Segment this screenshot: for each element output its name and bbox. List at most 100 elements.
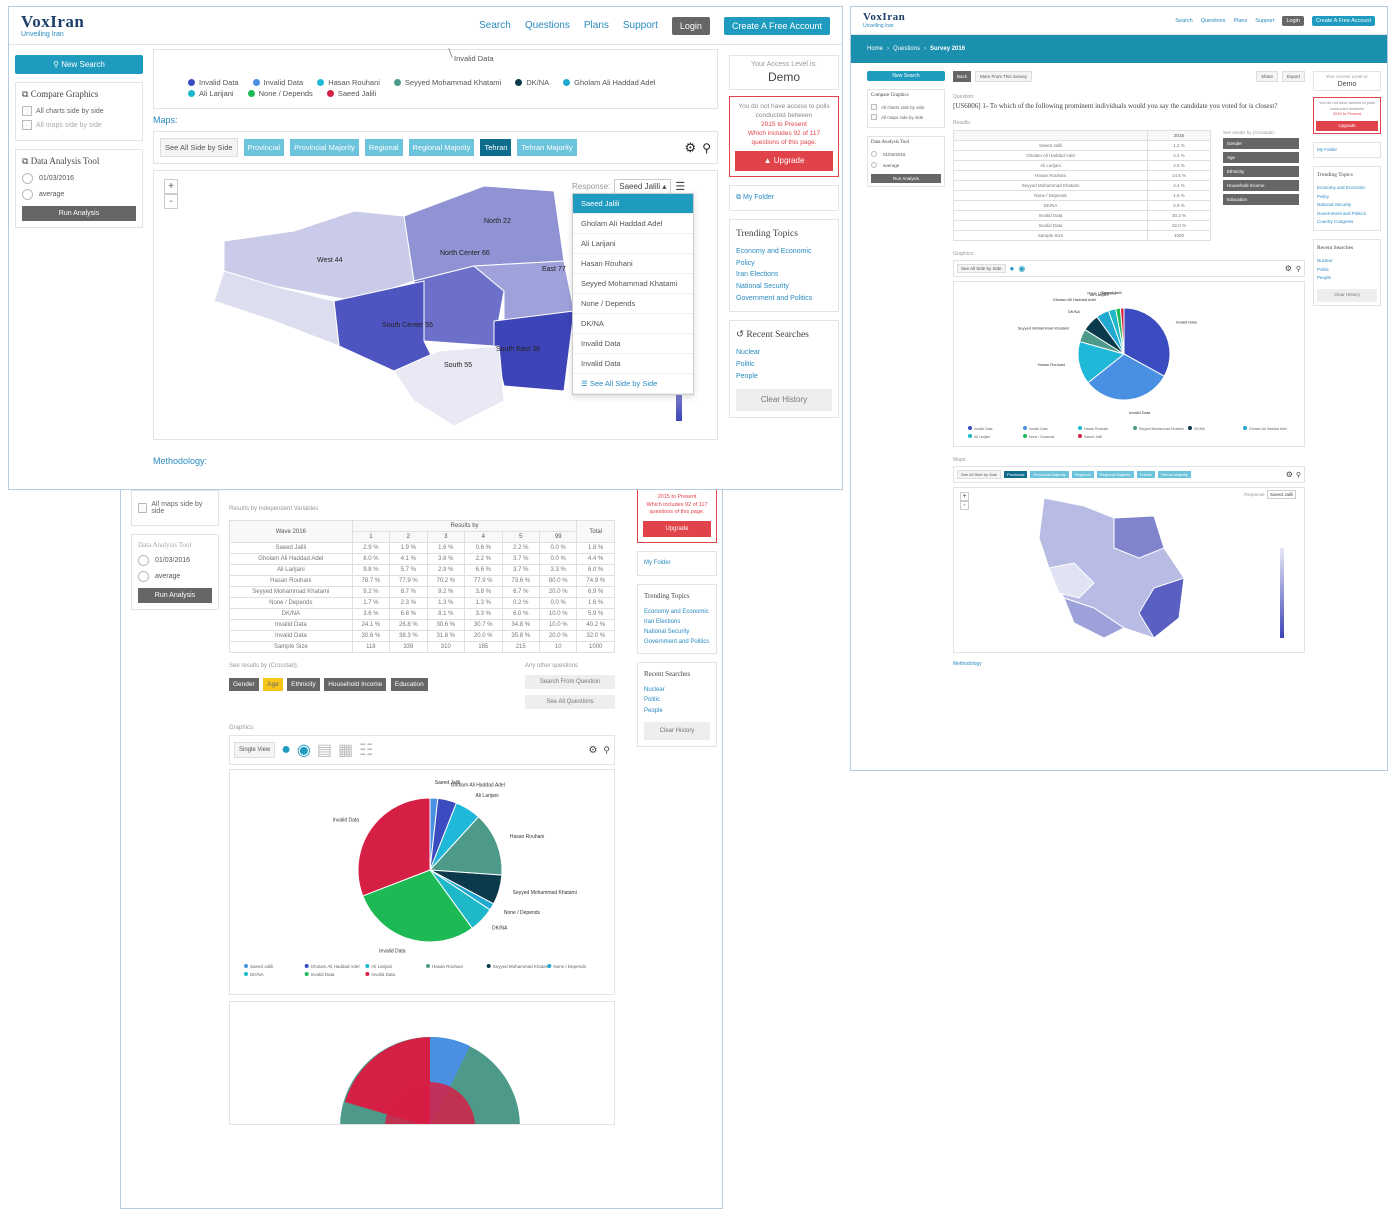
login-button[interactable]: Login [671, 16, 710, 35]
run-analysis-button-c[interactable]: Run Analysis [871, 174, 941, 183]
group-education-c[interactable]: Education [1223, 194, 1299, 206]
trending-item[interactable]: Economy and Economic [736, 246, 832, 258]
nav-support[interactable]: Support [623, 20, 658, 31]
tab-regional-majority-c[interactable]: Regional Majority [1096, 471, 1134, 479]
recent-item[interactable]: Politic [736, 359, 832, 371]
tab-provincial-c[interactable]: Provincial [1004, 471, 1028, 479]
run-analysis-button[interactable]: Run Analysis [22, 206, 136, 221]
breadcrumb-home[interactable]: Home [867, 46, 883, 52]
gear-icon[interactable]: ⚙ [1286, 470, 1293, 479]
recent-item[interactable]: People [644, 706, 710, 716]
option-item[interactable]: Invalid Data [573, 334, 693, 354]
trending-item[interactable]: Country Congress [1317, 218, 1377, 227]
back-button[interactable]: Back [953, 71, 972, 82]
option-item[interactable]: DK/NA [573, 314, 693, 334]
trending-item[interactable]: Government and Politics [1317, 210, 1377, 219]
create-account-button[interactable]: Create A Free Account [1311, 15, 1375, 26]
legend-item[interactable]: DK/NA [515, 78, 549, 87]
tab-regional-majority[interactable]: Regional Majority [408, 139, 475, 156]
donut-icon[interactable]: ◉ [297, 740, 311, 760]
zoom-in-button[interactable]: + [960, 492, 969, 502]
option-item[interactable]: None / Depends [573, 294, 693, 314]
recent-item[interactable]: Politic [1317, 266, 1377, 275]
clear-history-c[interactable]: Clear History [1317, 288, 1377, 302]
group-gender[interactable]: Gender [229, 678, 259, 691]
tab-provincial-majority[interactable]: Provincial Majority [290, 139, 359, 156]
nav-search[interactable]: Search [479, 20, 511, 31]
option-item[interactable]: Ali Larijani [573, 234, 693, 254]
zoom-icon[interactable]: ⚲ [603, 745, 610, 756]
option-item[interactable]: Invalid Data [573, 354, 693, 374]
nav-questions[interactable]: Questions [525, 20, 570, 31]
see-all-questions-button[interactable]: See All Questions [525, 695, 615, 709]
nav-support[interactable]: Support [1255, 18, 1274, 24]
trending-item[interactable]: Economy and Economic [1317, 184, 1377, 193]
legend-item[interactable]: Gholam Ali Haddad Adel [563, 78, 655, 87]
radio-avg-c[interactable]: average [871, 162, 941, 168]
upgrade-button-c[interactable]: Upgrade [1316, 120, 1378, 132]
logo[interactable]: VoxIran Unveiling Iran [21, 13, 84, 38]
my-folder-b[interactable]: My Folder [637, 551, 717, 576]
group-household-income[interactable]: Household Income [324, 678, 387, 691]
group-education[interactable]: Education [390, 678, 428, 691]
response-dropdown-c[interactable]: Response: Saeed Jalili [1244, 490, 1296, 500]
upgrade-button-b[interactable]: Upgrade [643, 521, 711, 538]
zoom-out-button[interactable]: - [960, 501, 969, 511]
group-age[interactable]: Age [263, 678, 283, 691]
recent-item[interactable]: Politic [644, 695, 710, 705]
analysis-average-radio[interactable]: average [22, 189, 136, 200]
bar-chart-icon[interactable]: ▤ [317, 740, 332, 760]
radio-avg-b[interactable]: average [138, 571, 212, 582]
trending-item[interactable]: Policy [1317, 193, 1377, 202]
nav-questions[interactable]: Questions [1201, 18, 1226, 24]
column-chart-icon[interactable]: ▦ [338, 740, 353, 760]
legend-item[interactable]: Seyyed Mohammad Khatami [393, 78, 501, 87]
breadcrumb-questions[interactable]: Questions [893, 46, 920, 52]
group-age-c[interactable]: Age [1223, 152, 1299, 164]
menu-icon[interactable]: ☰ [675, 180, 685, 193]
gear-icon[interactable]: ⚙ [1285, 264, 1292, 273]
group-income-c[interactable]: Household Income [1223, 180, 1299, 192]
tab-tehran-majority[interactable]: Tehran Majority [517, 139, 577, 156]
compare-maps-checkbox[interactable]: All maps side by side [22, 120, 136, 130]
legend-item[interactable]: Hasan Rouhani [317, 78, 380, 87]
nav-search[interactable]: Search [1175, 18, 1192, 24]
legend-item[interactable]: None / Depends [247, 89, 313, 98]
compare-maps-checkbox-b[interactable]: All maps side by side [138, 501, 212, 515]
new-search-button-c[interactable]: New Search [867, 71, 945, 81]
zoom-icon[interactable]: ⚲ [1296, 265, 1301, 273]
option-item[interactable]: Seyyed Mohammad Khatami [573, 274, 693, 294]
recent-item[interactable]: People [736, 371, 832, 383]
export-button[interactable]: Export [1281, 71, 1305, 82]
recent-item[interactable]: People [1317, 274, 1377, 283]
tab-side-by-side[interactable]: See All Side by Side [160, 138, 238, 157]
tab-tehran-c[interactable]: Tehran [1136, 471, 1155, 479]
radio-date-b[interactable]: 01/03/2016 [138, 555, 212, 566]
trending-item[interactable]: Policy [736, 258, 832, 270]
see-all-side-by-side-link[interactable]: ☰ See All Side by Side [573, 374, 693, 394]
tab-tehran[interactable]: Tehran [480, 139, 512, 156]
zoom-icon[interactable]: ⚲ [702, 141, 711, 155]
my-folder-c[interactable]: My Folder [1313, 142, 1381, 158]
tab-tehran-majority-c[interactable]: Tehran Majority [1157, 471, 1192, 479]
table-icon[interactable]: ☷ [359, 740, 373, 760]
gear-icon[interactable]: ⚙ [685, 140, 697, 156]
single-view-button[interactable]: Single View [234, 742, 276, 758]
new-search-button[interactable]: ⚲ New Search [15, 55, 143, 74]
clear-history-button[interactable]: Clear History [736, 388, 832, 411]
pie-chart-icon[interactable]: ● [1010, 264, 1015, 273]
option-item[interactable]: Gholam Ali Haddad Adel [573, 214, 693, 234]
maps-checkbox-c[interactable]: All maps side by side [871, 114, 941, 120]
login-button[interactable]: Login [1282, 15, 1304, 26]
group-gender-c[interactable]: Gender [1223, 138, 1299, 150]
tab-provincial[interactable]: Provincial [243, 139, 285, 156]
trending-item[interactable]: Iran Elections [736, 269, 832, 281]
trending-item[interactable]: Economy and Economic [644, 607, 710, 617]
option-item[interactable]: Hasan Rouhani [573, 254, 693, 274]
charts-checkbox-c[interactable]: All charts side by side [871, 104, 941, 110]
group-ethnicity[interactable]: Ethnicity [287, 678, 320, 691]
recent-item[interactable]: Nuclear [736, 347, 832, 359]
trending-item[interactable]: Government and Politics [736, 293, 832, 305]
my-folder-link[interactable]: ⧉ My Folder [729, 184, 839, 211]
create-account-button[interactable]: Create A Free Account [723, 16, 830, 35]
